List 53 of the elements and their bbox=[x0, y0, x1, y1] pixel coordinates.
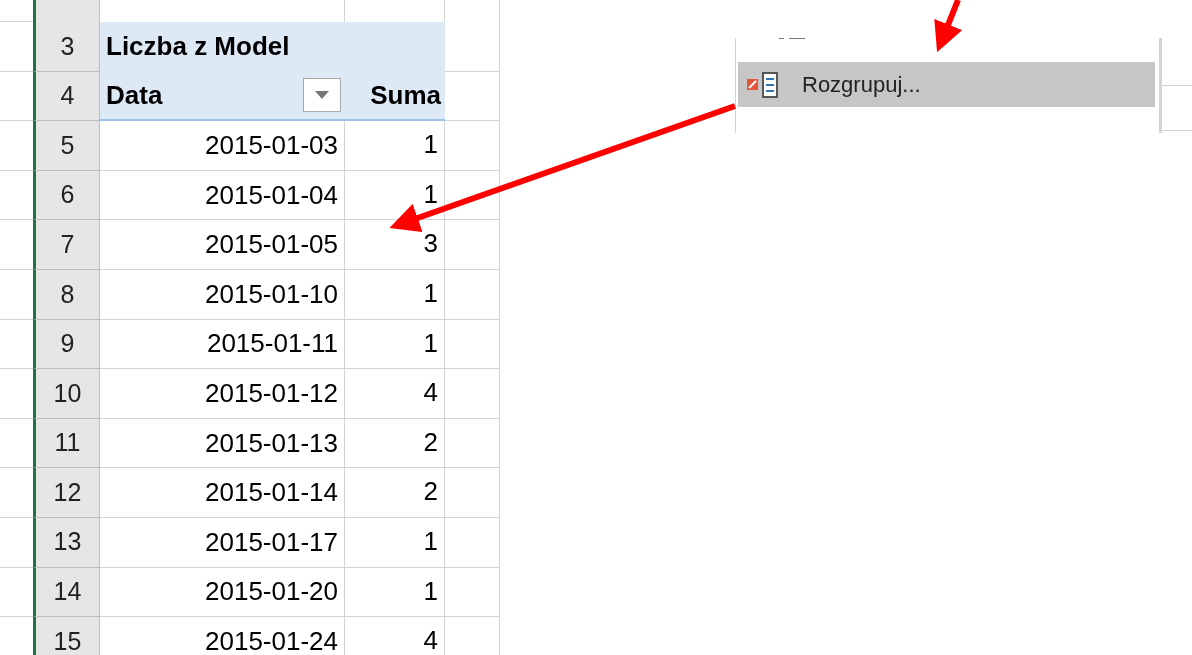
table-cell: 2015-01-14 bbox=[100, 468, 345, 518]
empty-cell bbox=[445, 319, 500, 370]
table-cell: 1 bbox=[345, 170, 445, 221]
filter-dropdown-button[interactable] bbox=[303, 78, 341, 113]
table-cell: 1 bbox=[345, 319, 445, 370]
table-cell: 1 bbox=[345, 567, 445, 618]
table-cell: 2015-01-11 bbox=[100, 319, 345, 370]
row-number: 6 bbox=[60, 179, 75, 211]
menu-item[interactable]: Rozgrupuj... bbox=[738, 62, 1155, 107]
table-cell: 4 bbox=[345, 369, 445, 419]
table-cell: 2 bbox=[345, 418, 445, 469]
ungroup-icon bbox=[746, 71, 780, 98]
row-number: 4 bbox=[60, 80, 75, 112]
table-cell: 2 bbox=[345, 468, 445, 518]
row-number: 15 bbox=[53, 625, 82, 655]
empty-cell bbox=[445, 369, 500, 419]
row-number: 10 bbox=[53, 377, 82, 409]
pointer-arrow bbox=[934, 0, 963, 53]
table-cell: 3 bbox=[345, 220, 445, 270]
empty-cell bbox=[445, 517, 500, 568]
table-cell: 2015-01-04 bbox=[100, 170, 345, 221]
table-cell: 2015-01-03 bbox=[100, 121, 345, 171]
table-cell: 1 bbox=[345, 121, 445, 171]
table-cell: 4 bbox=[345, 617, 445, 655]
pivot-title: Liczba z Model bbox=[106, 30, 290, 64]
empty-cell bbox=[445, 418, 500, 469]
row-number: 5 bbox=[60, 129, 75, 161]
caret-icon bbox=[315, 91, 329, 100]
table-cell: 2015-01-12 bbox=[100, 369, 345, 419]
empty-cell bbox=[445, 220, 500, 270]
row-number: 7 bbox=[60, 228, 75, 260]
empty-cell bbox=[445, 269, 500, 320]
table-cell: 2015-01-05 bbox=[100, 220, 345, 270]
table-cell: 2015-01-10 bbox=[100, 269, 345, 320]
table-cell: 2015-01-13 bbox=[100, 418, 345, 469]
empty-cell bbox=[445, 567, 500, 618]
column-header: Data bbox=[106, 78, 163, 112]
table-cell: 2015-01-24 bbox=[100, 617, 345, 655]
empty-cell bbox=[445, 121, 500, 171]
row-number: 13 bbox=[53, 526, 82, 558]
row-number: 9 bbox=[60, 328, 75, 360]
row-number: 14 bbox=[53, 576, 82, 608]
row-number: 11 bbox=[54, 427, 81, 459]
empty-cell bbox=[445, 170, 500, 221]
column-header: Suma bbox=[370, 78, 441, 112]
table-cell: 2015-01-17 bbox=[100, 517, 345, 568]
table-cell: 2015-01-20 bbox=[100, 567, 345, 618]
empty-cell bbox=[445, 468, 500, 518]
row-number: 12 bbox=[53, 476, 82, 508]
row-number: 8 bbox=[60, 278, 75, 310]
table-cell: 1 bbox=[345, 517, 445, 568]
table-cell: 1 bbox=[345, 269, 445, 320]
row-number: 3 bbox=[60, 30, 75, 62]
